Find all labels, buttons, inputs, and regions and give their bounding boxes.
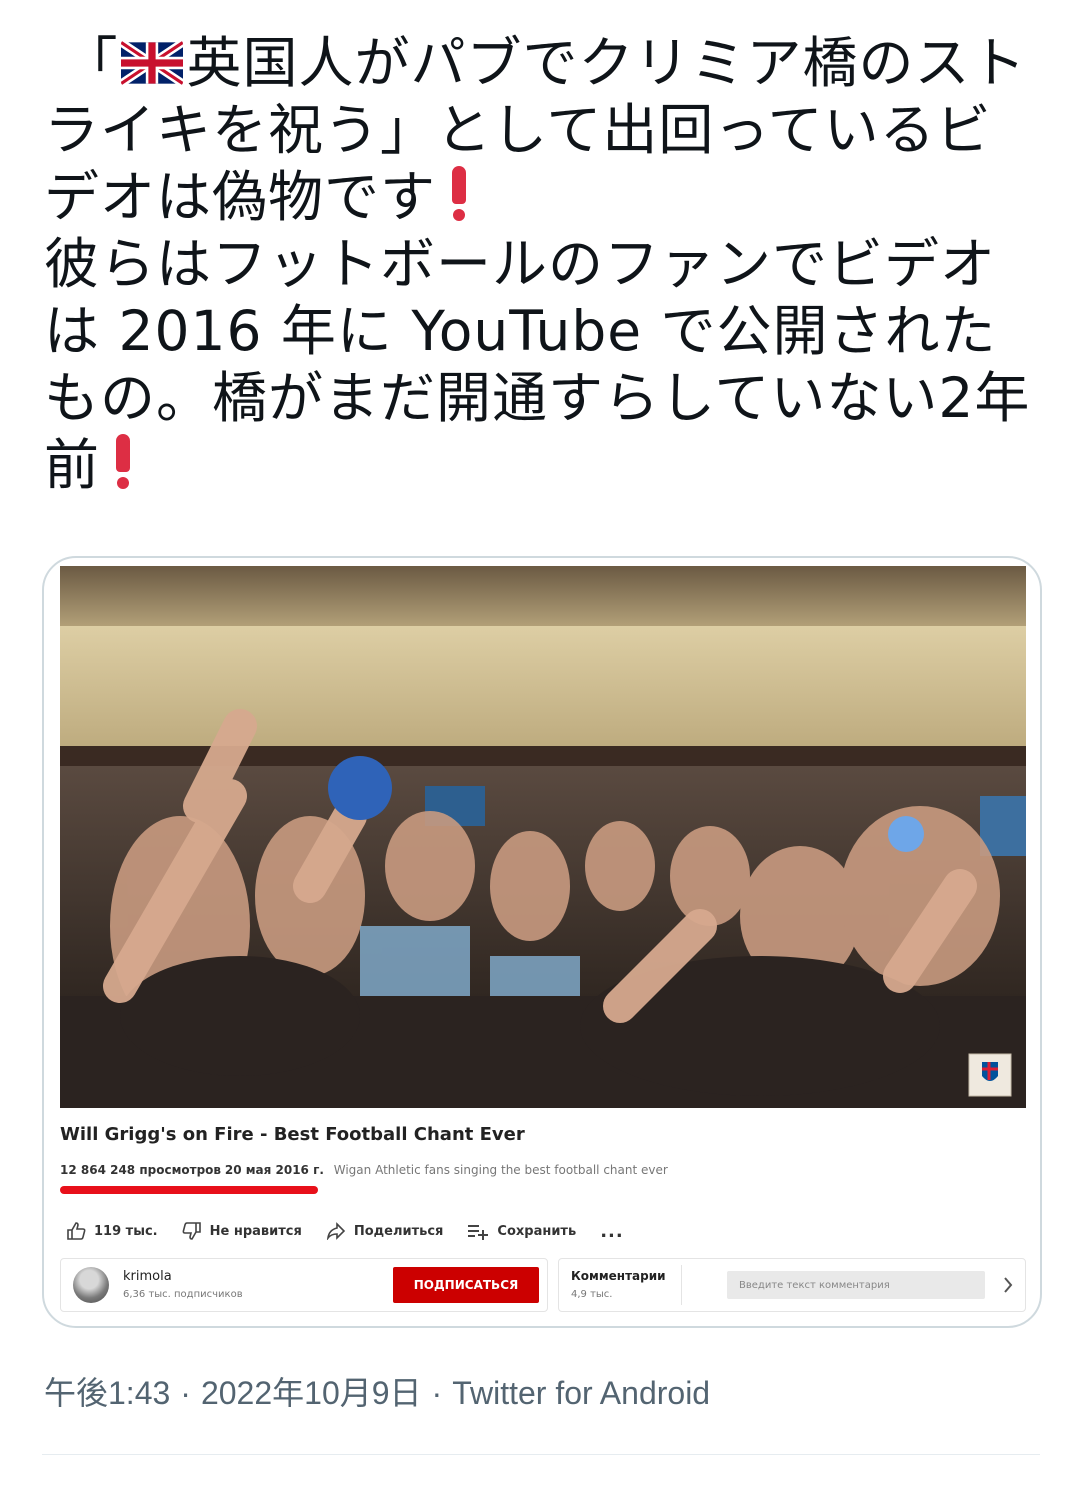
chevron-right-icon[interactable] <box>1003 1276 1013 1294</box>
tweet-date[interactable]: 2022年10月9日 <box>201 1375 422 1411</box>
uk-flag-icon <box>120 40 183 86</box>
share-label: Поделиться <box>353 1223 444 1239</box>
video-title[interactable]: Will Grigg's on Fire - Best Football Cha… <box>60 1124 525 1145</box>
dislike-button[interactable]: Не нравится <box>182 1222 302 1240</box>
like-button[interactable]: 119 тыс. <box>66 1222 158 1240</box>
video-action-bar: 119 тыс. Не нравится Поделиться Сохранит… <box>66 1216 648 1246</box>
thumbs-down-icon <box>182 1222 201 1240</box>
iceland-crest-icon <box>982 1062 998 1081</box>
dislike-label: Не нравится <box>209 1223 302 1239</box>
tweet-client[interactable]: Twitter for Android <box>452 1375 710 1411</box>
red-exclamation-icon <box>450 166 468 222</box>
subscribe-button[interactable]: ПОДПИСАТЬСЯ <box>393 1267 539 1303</box>
playlist-add-icon <box>468 1225 489 1240</box>
video-screenshot[interactable] <box>60 566 1026 1108</box>
save-button[interactable]: Сохранить <box>467 1222 576 1240</box>
save-label: Сохранить <box>497 1223 577 1239</box>
like-count: 119 тыс. <box>94 1223 158 1239</box>
channel-subscribers: 6,36 тыс. подписчиков <box>123 1289 243 1300</box>
thumbs-up-icon <box>67 1222 86 1240</box>
view-count: 12 864 248 просмотров <box>60 1163 222 1177</box>
comments-box: Комментарии 4,9 тыс. Введите текст комме… <box>558 1258 1026 1312</box>
channel-avatar[interactable] <box>73 1267 109 1303</box>
tweet-text: 「英国人がパブでクリミア橋のストライキを祝う」として出回っているビデオは偽物です… <box>44 30 1044 499</box>
comments-label: Комментарии <box>571 1269 666 1283</box>
publish-date: 20 мая 2016 г. <box>224 1163 324 1177</box>
meta-separator: · <box>431 1375 443 1411</box>
meta-separator: · <box>180 1375 191 1411</box>
tweet-paragraph-1: 「英国人がパブでクリミア橋のストライキを祝う」として出回っているビデオは偽物です <box>44 30 1044 231</box>
red-exclamation-icon <box>114 434 132 490</box>
video-meta: 12 864 248 просмотров 20 мая 2016 г. Wig… <box>60 1163 668 1177</box>
youtube-info-panel: Will Grigg's on Fire - Best Football Cha… <box>60 1118 1026 1318</box>
comments-divider <box>681 1265 682 1305</box>
media-card[interactable]: Will Grigg's on Fire - Best Football Cha… <box>42 556 1042 1328</box>
share-button[interactable]: Поделиться <box>326 1222 444 1240</box>
comments-count: 4,9 тыс. <box>571 1289 613 1300</box>
more-options-button[interactable]: ... <box>600 1221 624 1242</box>
red-highlight-underline <box>60 1186 318 1194</box>
bottom-divider <box>42 1454 1040 1455</box>
tweet-time[interactable]: 午後1:43 <box>44 1375 170 1411</box>
share-icon <box>326 1222 345 1240</box>
comment-input[interactable]: Введите текст комментария <box>727 1271 985 1299</box>
channel-name[interactable]: krimola <box>123 1269 172 1284</box>
video-description: Wigan Athletic fans singing the best foo… <box>333 1163 668 1177</box>
tweet-line-2: 彼らはフットボールのファンでビデオは 2016 年に YouTube で公開され… <box>44 232 1031 497</box>
tweet-paragraph-2: 彼らはフットボールのファンでビデオは 2016 年に YouTube で公開され… <box>44 231 1044 499</box>
open-bracket: 「 <box>62 31 119 95</box>
tweet-metadata: 午後1:43 · 2022年10月9日 · Twitter for Android <box>44 1368 710 1414</box>
channel-box: krimola 6,36 тыс. подписчиков ПОДПИСАТЬС… <box>60 1258 548 1312</box>
tweet-line-1: 英国人がパブでクリミア橋のストライキを祝う」として出回っているビデオは偽物です <box>44 31 1027 229</box>
